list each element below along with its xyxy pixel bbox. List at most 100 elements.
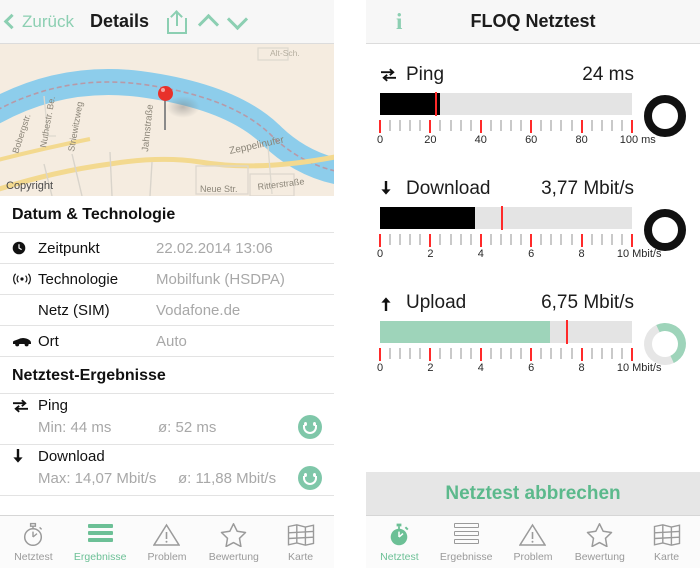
ping-icon — [380, 68, 406, 82]
tick-label: 6 — [528, 362, 535, 374]
stopwatch-icon — [21, 521, 45, 548]
tick-label: 80 — [575, 134, 588, 146]
table-row[interactable]: Ort Auto — [0, 325, 334, 356]
tick-label: 10 Mbit/s — [616, 248, 662, 260]
tab-label: Ergebnisse — [73, 551, 127, 563]
row-value: Vodafone.de — [156, 301, 241, 319]
tab-netztest[interactable]: Netztest — [0, 516, 67, 568]
map-view[interactable]: Zeppelinufer Jahnstraße Striewitzweg Nut… — [0, 44, 334, 196]
gauges-list: Ping 24 ms 0 20 40 60 80 100 ms Download… — [366, 44, 700, 376]
tab-ergebnisse[interactable]: Ergebnisse — [433, 516, 500, 568]
gauge-fill — [380, 93, 441, 115]
gauge-value: 24 ms — [582, 64, 634, 85]
result-row-download[interactable]: Download Max: 14,07 Mbit/s ø: 11,88 Mbit… — [0, 444, 334, 495]
gauge-title: Ping — [406, 64, 445, 85]
tab-problem[interactable]: Problem — [134, 516, 201, 568]
tick-label: 100 ms — [619, 134, 656, 146]
cancel-test-button[interactable]: Netztest abbrechen — [366, 472, 700, 515]
right-navbar: i FLOQ Netztest — [366, 0, 700, 44]
panel-divider — [334, 0, 366, 568]
row-label: Zeitpunkt — [38, 239, 100, 257]
navbar-actions — [167, 8, 249, 35]
tick-label: 0 — [376, 248, 384, 260]
tab-label: Netztest — [380, 551, 419, 563]
tab-karte[interactable]: Karte — [267, 516, 334, 568]
back-button[interactable]: Zurück — [0, 12, 74, 32]
tick-label: 0 — [376, 362, 384, 374]
gauge-title: Download — [406, 178, 491, 199]
tab-label: Bewertung — [208, 551, 259, 563]
result-avg: ø: 11,88 Mbit/s — [178, 469, 277, 487]
table-row[interactable]: Netz (SIM) Vodafone.de — [0, 294, 334, 325]
tab-label: Problem — [147, 551, 187, 563]
tick-label: 40 — [474, 134, 487, 146]
row-value: Auto — [156, 332, 187, 350]
svg-text:Neue Str.: Neue Str. — [200, 184, 238, 194]
chevron-up-icon[interactable] — [197, 13, 220, 35]
tick-label: 4 — [477, 248, 484, 260]
gauge-ticklabels: 0 20 40 60 80 100 ms — [377, 134, 656, 148]
section-heading-datum: Datum & Technologie — [12, 206, 176, 223]
tab-bewertung[interactable]: Bewertung — [566, 516, 633, 568]
row-label: Netz (SIM) — [38, 301, 110, 319]
left-panel-details: Zurück Details Zeppelinufer Jahnstraße S… — [0, 0, 334, 568]
download-icon — [380, 181, 406, 197]
row-value: Mobilfunk (HSDPA) — [156, 270, 285, 288]
tab-netztest[interactable]: Netztest — [366, 516, 433, 568]
gauge-marker — [566, 320, 569, 344]
progress-ring-complete — [644, 209, 686, 251]
gauge-marker — [500, 206, 503, 230]
svg-text:Alt-Sch.: Alt-Sch. — [270, 48, 300, 58]
page-title: Details — [89, 11, 149, 31]
tab-bewertung[interactable]: Bewertung — [200, 516, 267, 568]
table-row[interactable]: Technologie Mobilfunk (HSDPA) — [0, 263, 334, 294]
tick-label: 6 — [528, 248, 535, 260]
svg-text:Striewitzweg: Striewitzweg — [66, 101, 85, 152]
result-row-ping[interactable]: Ping Min: 44 ms ø: 52 ms — [0, 393, 334, 444]
table-row[interactable]: Zeitpunkt 22.02.2014 13:06 — [0, 232, 334, 263]
star-icon — [586, 521, 613, 548]
chevron-down-icon[interactable] — [226, 8, 249, 30]
gauge-ticks — [379, 348, 633, 361]
tick-label: 20 — [424, 134, 437, 146]
tick-label: 4 — [477, 362, 484, 374]
tab-problem[interactable]: Problem — [500, 516, 567, 568]
pin-shadow — [166, 96, 200, 118]
download-icon — [12, 448, 38, 465]
app-title: FLOQ Netztest — [470, 11, 596, 31]
gauge-title: Upload — [406, 292, 467, 313]
ping-icon — [12, 399, 38, 413]
star-icon — [220, 521, 247, 548]
gauge-download: Download 3,77 Mbit/s 0 2 4 6 8 10 Mbit/s — [366, 178, 700, 262]
back-label: Zurück — [22, 11, 74, 31]
upload-icon — [380, 295, 406, 311]
car-icon — [12, 336, 38, 347]
left-navbar: Zurück Details — [0, 0, 334, 44]
gauge-bar — [380, 206, 632, 230]
gauge-ticks — [379, 120, 633, 133]
tab-ergebnisse[interactable]: Ergebnisse — [67, 516, 134, 568]
gauge-upload: Upload 6,75 Mbit/s 0 2 4 6 8 10 Mbit/s — [366, 292, 700, 376]
result-avg: ø: 52 ms — [158, 418, 217, 436]
map-grid-icon — [653, 521, 681, 548]
tab-karte[interactable]: Karte — [633, 516, 700, 568]
tick-label: 10 Mbit/s — [616, 362, 662, 374]
tab-label: Netztest — [14, 551, 53, 563]
progress-ring-complete — [644, 95, 686, 137]
info-icon[interactable]: i — [396, 9, 402, 35]
smiley-happy-icon — [298, 415, 322, 439]
clock-icon — [12, 241, 38, 255]
gauge-bar — [380, 92, 632, 116]
gauge-ticks — [379, 234, 633, 247]
tick-label: 8 — [578, 362, 585, 374]
warning-triangle-icon — [519, 521, 547, 548]
row-value: 22.02.2014 13:06 — [156, 239, 273, 257]
svg-text:Jahnstraße: Jahnstraße — [140, 104, 156, 152]
tab-label: Bewertung — [574, 551, 625, 563]
signal-icon — [12, 273, 38, 285]
tick-label: 8 — [578, 248, 585, 260]
left-tabbar: Netztest Ergebnisse Problem Bewertung Ka… — [0, 515, 334, 568]
row-label: Ort — [38, 332, 59, 350]
share-icon[interactable] — [167, 9, 187, 34]
gauge-fill — [380, 207, 475, 229]
